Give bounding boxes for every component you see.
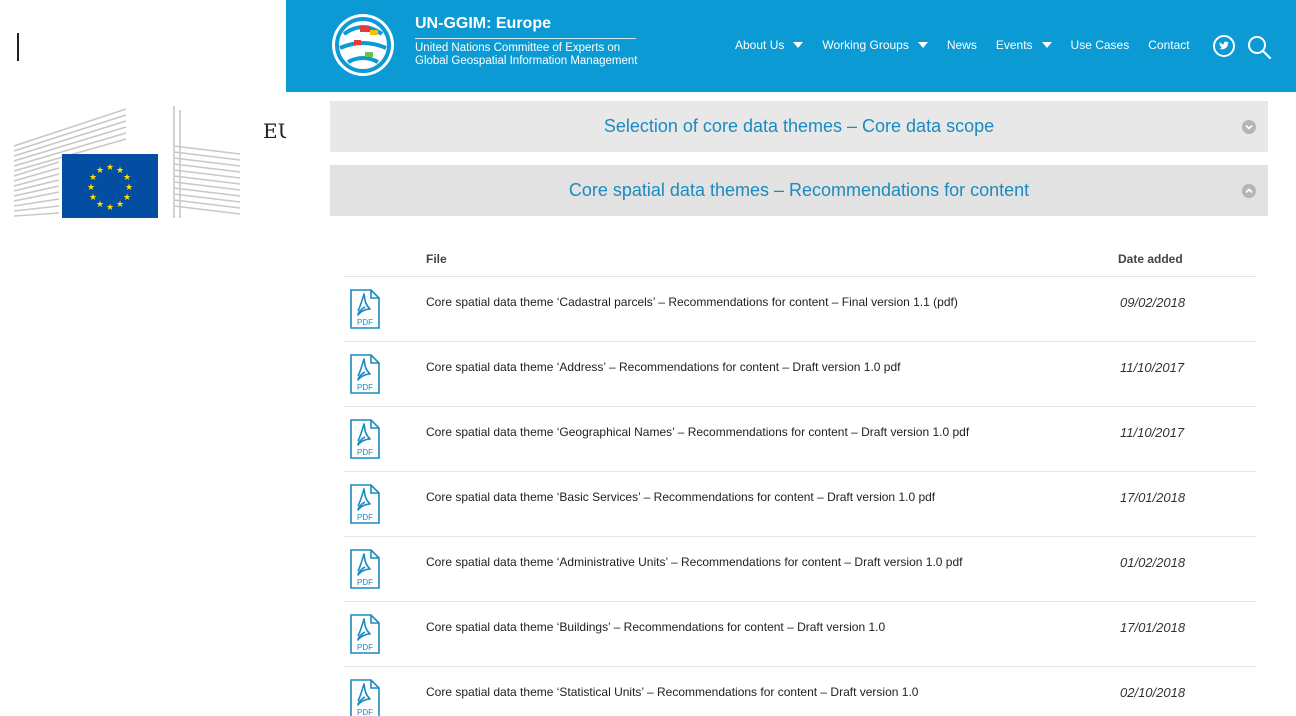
chevron-down-icon xyxy=(793,42,804,48)
twitter-icon[interactable] xyxy=(1213,35,1235,57)
table-row[interactable]: PDF Core spatial data theme ‘Administrati… xyxy=(344,537,1256,602)
nav-item-news[interactable]: News xyxy=(947,38,977,52)
file-link[interactable]: Core spatial data theme ‘Statistical Uni… xyxy=(426,685,918,699)
title-divider xyxy=(415,38,636,39)
eu-logo-graphic: ★ ★ ★ ★ ★ ★ ★ ★ ★ ★ ★ ★ xyxy=(13,106,241,218)
svg-text:★: ★ xyxy=(116,200,124,210)
file-link[interactable]: Core spatial data theme ‘Address’ – Reco… xyxy=(426,360,900,374)
date-added: 11/10/2017 xyxy=(1120,360,1185,375)
nav-item-label: Contact xyxy=(1148,38,1190,52)
table-row[interactable]: PDF Core spatial data theme ‘Geographical… xyxy=(344,407,1256,472)
pdf-icon[interactable]: PDF xyxy=(349,679,381,716)
nav-item-label: Events xyxy=(995,38,1033,52)
nav-item-events[interactable]: Events xyxy=(996,38,1052,52)
file-link[interactable]: Core spatial data theme ‘Administrative … xyxy=(426,555,962,569)
pdf-icon[interactable]: PDF xyxy=(349,289,381,329)
nav-item-label: Working Groups xyxy=(822,38,909,52)
chevron-down-glyph xyxy=(1245,124,1253,130)
pdf-icon-label: PDF xyxy=(357,513,373,522)
nav-item-about-us[interactable]: About Us xyxy=(735,38,804,52)
svg-text:★: ★ xyxy=(106,163,114,173)
svg-text:★: ★ xyxy=(125,183,133,193)
pdf-icon[interactable]: PDF xyxy=(349,419,381,459)
chevron-down-icon xyxy=(917,42,928,48)
un-ggim-logo-icon[interactable] xyxy=(330,12,396,78)
accordion-title: Core spatial data themes – Recommendatio… xyxy=(568,180,1030,200)
date-added: 17/01/2018 xyxy=(1120,490,1186,505)
main-content: UN-GGIM: Europe United Nations Committee… xyxy=(286,0,1296,716)
accordion-core-data-scope[interactable]: Selection of core data themes – Core dat… xyxy=(330,101,1268,152)
pdf-icon[interactable]: PDF xyxy=(349,549,381,589)
pdf-icon[interactable]: PDF xyxy=(349,354,381,394)
column-header-date-added: Date added xyxy=(1118,252,1183,266)
nav-item-label: About Us xyxy=(735,38,785,52)
site-subtitle-line: United Nations Committee of Experts on xyxy=(415,42,621,54)
date-added: 02/10/2018 xyxy=(1120,685,1186,700)
accordion-title: Selection of core data themes – Core dat… xyxy=(603,116,995,136)
site-subtitle: United Nations Committee of Experts on G… xyxy=(415,42,637,68)
table-row[interactable]: PDF Core spatial data theme ‘Statistical … xyxy=(344,667,1256,716)
text-cursor xyxy=(17,33,19,61)
accordion-recommendations-for-content[interactable]: Core spatial data themes – Recommendatio… xyxy=(330,165,1268,216)
pdf-icon-label: PDF xyxy=(357,708,373,716)
file-link[interactable]: Core spatial data theme ‘Geographical Na… xyxy=(426,425,969,439)
pdf-icon-label: PDF xyxy=(357,318,373,327)
chevron-down-icon xyxy=(1041,42,1052,48)
table-row[interactable]: PDF Core spatial data theme ‘Cadastral pa… xyxy=(344,277,1256,342)
date-added: 09/02/2018 xyxy=(1120,295,1186,310)
file-link[interactable]: Core spatial data theme ‘Buildings’ – Re… xyxy=(426,620,885,634)
svg-text:★: ★ xyxy=(96,166,104,176)
pdf-icon[interactable]: PDF xyxy=(349,614,381,654)
table-row[interactable]: PDF Core spatial data theme ‘Basic Servic… xyxy=(344,472,1256,537)
nav-item-working-groups[interactable]: Working Groups xyxy=(822,38,928,52)
pdf-icon-label: PDF xyxy=(357,448,373,457)
table-header: File Date added xyxy=(344,240,1256,277)
nav-item-contact[interactable]: Contact xyxy=(1148,38,1189,52)
table-row[interactable]: PDF Core spatial data theme ‘Buildings’ –… xyxy=(344,602,1256,667)
column-header-file: File xyxy=(426,252,447,266)
svg-text:★: ★ xyxy=(123,173,131,183)
chevron-up-circle-icon[interactable] xyxy=(1242,184,1256,198)
table-row[interactable]: PDF Core spatial data theme ‘Address’ – R… xyxy=(344,342,1256,407)
nav-item-label: News xyxy=(946,38,977,52)
pdf-icon-label: PDF xyxy=(357,383,373,392)
nav-item-use-cases[interactable]: Use Cases xyxy=(1071,38,1130,52)
svg-text:★: ★ xyxy=(123,193,131,203)
twitter-bird-glyph xyxy=(1219,41,1229,50)
file-link[interactable]: Core spatial data theme ‘Cadastral parce… xyxy=(426,295,958,309)
nav-item-label: Use Cases xyxy=(1070,38,1130,52)
date-added: 11/10/2017 xyxy=(1120,425,1185,440)
date-added: 17/01/2018 xyxy=(1120,620,1186,635)
search-icon[interactable] xyxy=(1246,34,1272,60)
european-commission-logo[interactable]: ★ ★ ★ ★ ★ ★ ★ ★ ★ ★ ★ ★ xyxy=(13,106,246,222)
main-navigation: About Us Working Groups News Events Use … xyxy=(735,38,1214,52)
svg-text:★: ★ xyxy=(106,203,114,213)
site-header: UN-GGIM: Europe United Nations Committee… xyxy=(286,0,1296,92)
files-table: File Date added PDF Core spatial data the… xyxy=(344,240,1256,716)
site-title[interactable]: UN-GGIM: Europe xyxy=(415,15,551,33)
svg-text:★: ★ xyxy=(89,193,97,203)
chevron-up-glyph xyxy=(1245,188,1253,194)
chevron-down-circle-icon[interactable] xyxy=(1242,120,1256,134)
svg-text:★: ★ xyxy=(96,200,104,210)
table-body: PDF Core spatial data theme ‘Cadastral pa… xyxy=(344,277,1256,716)
date-added: 01/02/2018 xyxy=(1120,555,1186,570)
file-link[interactable]: Core spatial data theme ‘Basic Services’… xyxy=(426,490,935,504)
site-subtitle-line: Global Geospatial Information Management xyxy=(415,55,638,67)
svg-text:★: ★ xyxy=(87,183,95,193)
pdf-icon-label: PDF xyxy=(357,578,373,587)
pdf-icon-label: PDF xyxy=(357,643,373,652)
pdf-icon[interactable]: PDF xyxy=(349,484,381,524)
